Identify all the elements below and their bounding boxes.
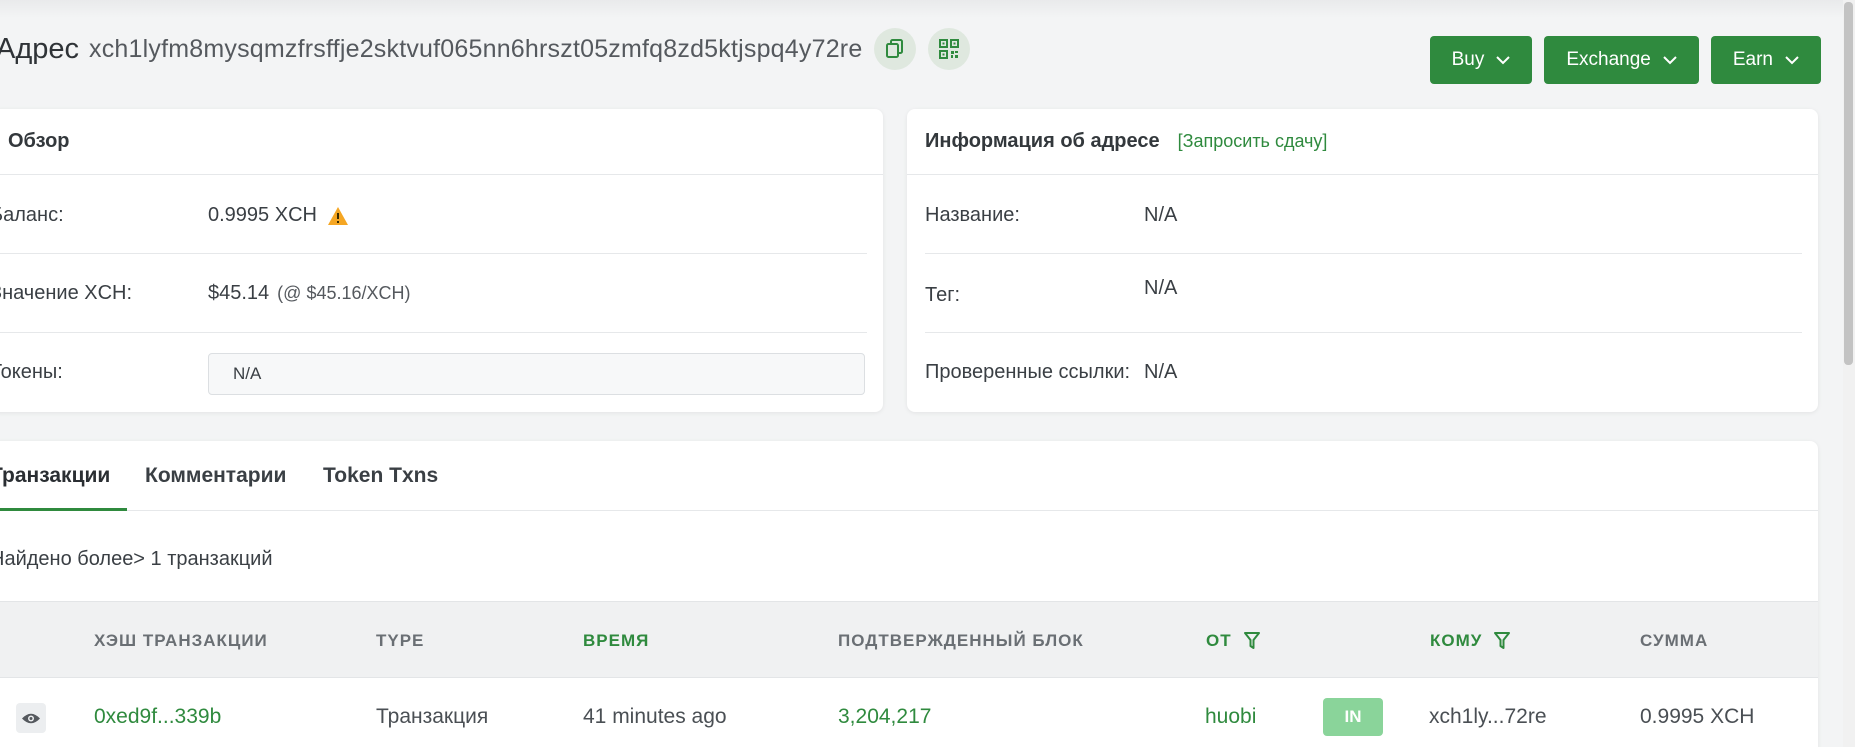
xch-value: $45.14 (@ $45.16/XCH): [208, 282, 411, 305]
row-divider: [925, 253, 1802, 254]
tab-transactions[interactable]: Транзакции: [0, 441, 110, 511]
buy-button[interactable]: Buy: [1429, 36, 1533, 84]
tab-comments[interactable]: Комментарии: [145, 441, 286, 511]
col-from-label: ОТ: [1206, 630, 1232, 650]
address-info-header: Информация об адресе [Запросить сдачу]: [907, 109, 1818, 175]
tab-bar: Транзакции Комментарии Token Txns: [0, 441, 1818, 511]
chevron-down-icon: [1663, 55, 1677, 64]
transactions-count: Найдено более> 1 транзакций: [0, 548, 273, 570]
xch-value-label: Значение XCH:: [0, 282, 133, 304]
col-type: TYPE: [376, 630, 425, 650]
address-heading: Адрес xch1lyfm8mysqmzfrsffje2sktvuf065nn…: [0, 28, 971, 70]
verified-links-label: Проверенные ссылки:: [925, 361, 1131, 383]
request-change-link[interactable]: [Запросить сдачу]: [1178, 131, 1328, 152]
table-row: 0xed9f...339b Транзакция 41 minutes ago …: [0, 678, 1818, 747]
earn-button-label: Earn: [1732, 49, 1773, 70]
qr-code-button[interactable]: [928, 28, 971, 70]
buy-button-label: Buy: [1451, 49, 1485, 70]
tokens-value: N/A: [233, 364, 262, 383]
tokens-select[interactable]: N/A: [208, 353, 865, 395]
address-hash: xch1lyfm8mysqmzfrsffje2sktvuf065nn6hrszt…: [89, 34, 863, 63]
qr-code-icon: [939, 39, 960, 59]
overview-card-header: Обзор: [0, 109, 883, 175]
warning-icon: [327, 206, 348, 225]
xch-value-amount: $45.14: [208, 282, 270, 304]
overview-title: Обзор: [8, 130, 70, 152]
tab-token-txns[interactable]: Token Txns: [323, 441, 438, 511]
direction-badge: IN: [1323, 698, 1383, 736]
address-info-title: Информация об адресе: [925, 130, 1160, 152]
name-label: Название:: [925, 204, 1020, 226]
chevron-down-icon: [1785, 55, 1799, 64]
preview-button[interactable]: [16, 703, 46, 733]
tx-to: xch1ly...72re: [1429, 705, 1547, 728]
overview-card: Обзор Баланс: 0.9995 XCH Значение XCH: $…: [0, 109, 883, 412]
balance-label: Баланс:: [0, 204, 64, 226]
balance-value: 0.9995 XCH: [208, 204, 349, 227]
earn-button[interactable]: Earn: [1710, 36, 1821, 84]
exchange-button-label: Exchange: [1566, 49, 1651, 70]
chevron-down-icon: [1496, 55, 1511, 64]
col-amount: СУММА: [1640, 630, 1709, 650]
xch-value-rate: (@ $45.16/XCH): [277, 283, 411, 303]
filter-icon[interactable]: [1494, 631, 1511, 650]
name-value: N/A: [1144, 204, 1178, 226]
row-divider: [925, 332, 1802, 333]
address-info-card: Информация об адресе [Запросить сдачу] Н…: [907, 109, 1818, 412]
active-tab-indicator: [0, 508, 127, 511]
tx-from-link[interactable]: huobi: [1205, 678, 1256, 747]
balance-amount: 0.9995 XCH: [208, 204, 317, 226]
action-buttons: Buy Exchange Earn: [1429, 36, 1821, 84]
tx-type: Транзакция: [376, 705, 489, 728]
page-scrollbar[interactable]: [1843, 0, 1855, 747]
col-confirmed-block: ПОДТВЕРЖДЕННЫЙ БЛОК: [838, 630, 1084, 650]
eye-icon: [22, 713, 40, 723]
page: Адрес xch1lyfm8mysqmzfrsffje2sktvuf065nn…: [0, 0, 1855, 747]
transactions-card: Транзакции Комментарии Token Txns Найден…: [0, 441, 1818, 747]
row-divider: [0, 253, 867, 254]
filter-icon[interactable]: [1243, 631, 1260, 650]
copy-address-button[interactable]: [874, 28, 917, 70]
tag-value: N/A: [1144, 277, 1178, 299]
verified-links-value: N/A: [1144, 361, 1178, 383]
col-time[interactable]: ВРЕМЯ: [583, 602, 649, 679]
top-shadow: [0, 0, 1855, 18]
tx-hash-link[interactable]: 0xed9f...339b: [94, 678, 221, 747]
row-divider: [0, 332, 867, 333]
tx-time: 41 minutes ago: [583, 705, 727, 728]
tx-block-link[interactable]: 3,204,217: [838, 678, 931, 747]
col-tx-hash: ХЭШ ТРАНЗАКЦИИ: [94, 630, 268, 650]
col-to-label: КОМУ: [1430, 630, 1483, 650]
tx-amount: 0.9995 XCH: [1640, 705, 1755, 728]
table-header: ХЭШ ТРАНЗАКЦИИ TYPE ВРЕМЯ ПОДТВЕРЖДЕННЫЙ…: [0, 601, 1818, 678]
address-label: Адрес: [0, 32, 80, 65]
exchange-button[interactable]: Exchange: [1544, 36, 1699, 84]
tag-label: Тег:: [925, 284, 961, 306]
col-to: КОМУ: [1430, 602, 1511, 679]
scrollbar-thumb[interactable]: [1844, 2, 1853, 365]
col-from: ОТ: [1206, 602, 1260, 679]
tokens-label: Токены:: [0, 361, 63, 383]
copy-icon: [886, 39, 904, 58]
